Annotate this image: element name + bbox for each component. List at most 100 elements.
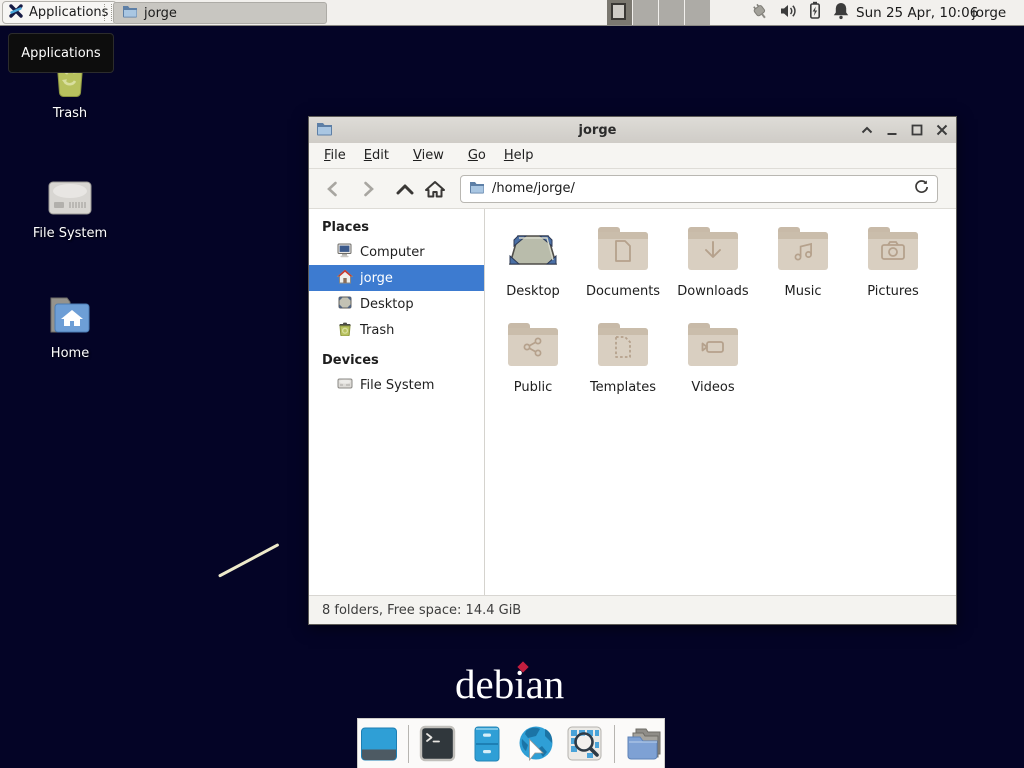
file-item-pictures[interactable]: Pictures <box>848 223 938 319</box>
window-titlebar[interactable]: jorge <box>309 117 956 144</box>
dock-item-show-desktop[interactable] <box>359 724 399 764</box>
window-folder-icon <box>316 121 333 140</box>
close-button[interactable] <box>934 122 950 138</box>
file-item-public[interactable]: Public <box>488 319 578 415</box>
dock-item-terminal[interactable] <box>418 724 458 764</box>
sidebar-item-computer[interactable]: Computer <box>309 239 484 265</box>
window-title: jorge <box>339 123 856 138</box>
taskbar-window-button[interactable]: jorge <box>113 2 327 24</box>
desktop-background: Applications jorge <box>0 0 1024 768</box>
sidebar-item-label: jorge <box>360 271 393 286</box>
web-browser-icon <box>516 724 556 764</box>
dock-item-app-finder[interactable] <box>565 724 605 764</box>
applications-menu-label: Applications <box>29 5 108 20</box>
folder-icon <box>598 232 648 270</box>
statusbar: 8 folders, Free space: 14.4 GiB <box>309 595 956 624</box>
reload-button[interactable] <box>914 179 929 198</box>
notifications-bell-icon[interactable] <box>832 1 850 24</box>
sidebar-item-filesystem[interactable]: File System <box>309 372 484 398</box>
home-folder-icon <box>15 288 125 340</box>
dock-item-web-browser[interactable] <box>516 724 556 764</box>
home-button[interactable] <box>420 175 450 203</box>
volume-icon[interactable] <box>779 2 798 24</box>
maximize-button[interactable] <box>909 122 925 138</box>
terminal-icon <box>419 725 456 762</box>
desktop-icon-label: File System <box>15 226 125 241</box>
app-finder-icon <box>566 725 603 762</box>
folder-icon <box>778 232 828 270</box>
xfce-logo-icon <box>8 3 24 23</box>
taskbar-folder-icon <box>122 4 138 22</box>
workspace-window-miniature <box>611 3 626 20</box>
dock-item-folder[interactable] <box>624 724 664 764</box>
applications-tooltip: Applications <box>8 33 114 73</box>
sidebar: Places Computer <box>309 209 485 595</box>
desktop-icon-home[interactable]: Home <box>15 288 125 361</box>
file-item-videos[interactable]: Videos <box>668 319 758 415</box>
dock-separator <box>614 725 615 763</box>
up-button[interactable] <box>390 175 420 203</box>
shade-button[interactable] <box>859 122 875 138</box>
file-item-label: Public <box>514 380 552 395</box>
menubar: File Edit View Go Help <box>309 143 956 169</box>
toolbar: /home/jorge/ <box>309 169 956 209</box>
location-input[interactable]: /home/jorge/ <box>492 181 907 196</box>
workspace-switcher <box>607 0 711 25</box>
file-item-music[interactable]: Music <box>758 223 848 319</box>
folder-icon <box>598 328 648 366</box>
sidebar-item-label: Trash <box>360 323 394 338</box>
file-item-documents[interactable]: Documents <box>578 223 668 319</box>
file-item-desktop[interactable]: Desktop <box>488 223 578 319</box>
sidebar-item-label: File System <box>360 378 434 393</box>
workspace-3[interactable] <box>659 0 685 25</box>
forward-button[interactable] <box>354 175 384 203</box>
drive-icon <box>337 376 353 394</box>
file-item-templates[interactable]: Templates <box>578 319 668 415</box>
top-panel: Applications jorge <box>0 0 1024 26</box>
file-item-label: Templates <box>590 380 656 395</box>
status-text: 8 folders, Free space: 14.4 GiB <box>322 603 521 618</box>
menu-file[interactable]: File <box>315 145 355 166</box>
menu-view[interactable]: View <box>404 145 453 166</box>
applications-menu-button[interactable]: Applications <box>2 1 117 24</box>
network-cable-icon[interactable] <box>748 1 770 25</box>
show-desktop-icon <box>360 725 398 763</box>
minimize-button[interactable] <box>884 122 900 138</box>
desktop-icon-filesystem[interactable]: File System <box>15 168 125 241</box>
trash-icon <box>337 321 353 340</box>
folder-icon <box>688 328 738 366</box>
workspace-1[interactable] <box>607 0 633 25</box>
sidebar-item-desktop[interactable]: Desktop <box>309 291 484 317</box>
panel-user-label[interactable]: jorge <box>972 0 1006 25</box>
devices-header: Devices <box>309 348 484 372</box>
battery-icon[interactable] <box>807 1 823 24</box>
menu-help[interactable]: Help <box>495 145 543 166</box>
sidebar-item-trash[interactable]: Trash <box>309 317 484 343</box>
location-folder-icon <box>469 179 485 198</box>
debian-logo-text: debian <box>455 661 564 707</box>
file-item-label: Downloads <box>677 284 748 299</box>
file-item-label: Documents <box>586 284 660 299</box>
location-bar[interactable]: /home/jorge/ <box>460 175 938 203</box>
computer-icon <box>337 243 353 262</box>
taskbar-grip <box>104 4 112 21</box>
dock-item-file-manager[interactable] <box>467 724 507 764</box>
panel-clock[interactable]: Sun 25 Apr, 10:06 <box>856 0 978 25</box>
menu-go[interactable]: Go <box>459 145 495 166</box>
file-list-view[interactable]: Desktop Documents Downloads <box>486 209 956 595</box>
workspace-4[interactable] <box>685 0 711 25</box>
back-button[interactable] <box>317 175 347 203</box>
window-controls <box>859 117 950 143</box>
desktop-icon-label: Trash <box>15 106 125 121</box>
home-icon <box>337 269 353 288</box>
dock-panel <box>357 718 665 768</box>
workspace-2[interactable] <box>633 0 659 25</box>
dock-folder-icon <box>624 725 664 763</box>
menu-edit[interactable]: Edit <box>355 145 398 166</box>
file-item-label: Desktop <box>506 284 560 299</box>
tooltip-text: Applications <box>21 46 100 61</box>
sidebar-item-home[interactable]: jorge <box>309 265 484 291</box>
dock-separator <box>408 725 409 763</box>
file-item-downloads[interactable]: Downloads <box>668 223 758 319</box>
system-tray <box>748 0 850 25</box>
